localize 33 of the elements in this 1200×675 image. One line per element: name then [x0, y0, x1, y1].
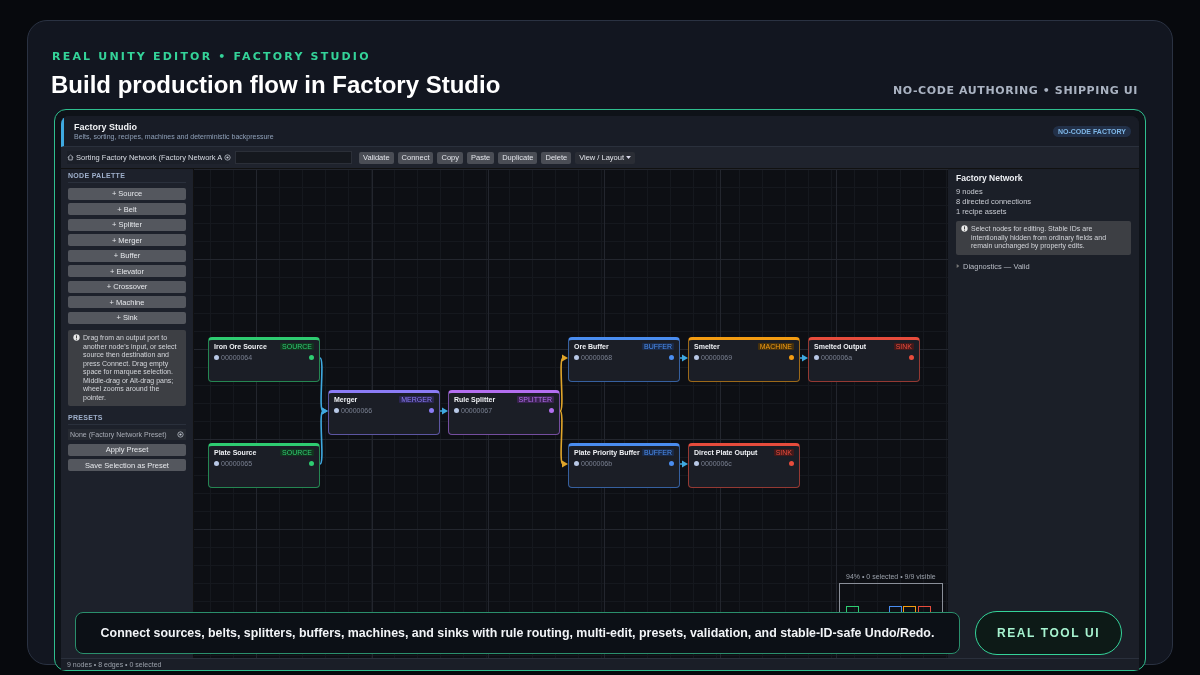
input-port[interactable] — [214, 461, 219, 466]
output-port[interactable] — [309, 461, 314, 466]
input-port[interactable] — [814, 355, 819, 360]
output-port[interactable] — [549, 408, 554, 413]
search-field[interactable] — [235, 151, 352, 164]
page-title: Build production flow in Factory Studio — [51, 71, 501, 99]
editor-title: Factory Studio — [74, 122, 138, 132]
input-port[interactable] — [574, 461, 579, 466]
output-port[interactable] — [429, 408, 434, 413]
output-port[interactable] — [789, 355, 794, 360]
output-port[interactable] — [669, 461, 674, 466]
cta-button[interactable]: REAL TOOL UI — [975, 611, 1122, 655]
output-port[interactable] — [909, 355, 914, 360]
input-port[interactable] — [574, 355, 579, 360]
expand-arrow-icon — [956, 264, 960, 268]
input-port[interactable] — [334, 408, 339, 413]
input-port[interactable] — [214, 355, 219, 360]
input-port[interactable] — [694, 461, 699, 466]
tagline: NO-CODE AUTHORING • SHIPPING UI — [893, 84, 1138, 97]
output-port[interactable] — [309, 355, 314, 360]
home-icon — [67, 154, 74, 161]
input-port[interactable] — [454, 408, 459, 413]
inspector-title: Factory Network — [956, 173, 1024, 183]
caret-icon — [626, 156, 632, 159]
info-icon — [961, 225, 968, 232]
eyebrow-label: REAL UNITY EDITOR • FACTORY STUDIO — [52, 50, 372, 63]
caption-banner: Connect sources, belts, splitters, buffers, machines, and sinks with rule routing, multi-edit, presets, validation, and stable-ID-safe Undo/Redo. — [75, 612, 960, 654]
info-icon — [73, 334, 80, 341]
output-port[interactable] — [669, 355, 674, 360]
output-port[interactable] — [789, 461, 794, 466]
input-port[interactable] — [694, 355, 699, 360]
target-icon — [224, 154, 232, 161]
target-icon — [177, 431, 184, 438]
